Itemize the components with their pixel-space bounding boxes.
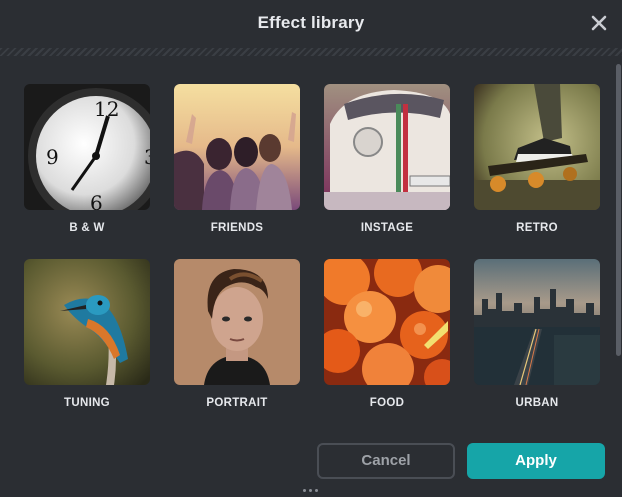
effect-label: FOOD — [369, 397, 405, 409]
close-icon[interactable] — [588, 12, 610, 34]
header-divider — [0, 48, 622, 56]
scrollbar-thumb[interactable] — [616, 64, 621, 356]
svg-text:9: 9 — [46, 145, 59, 169]
effect-library-dialog: Effect library 12 6 9 B & W FRIENDS INST… — [0, 0, 622, 497]
effect-label: FRIENDS — [210, 222, 264, 234]
effect-tile-food[interactable]: FOOD — [324, 259, 450, 409]
peaches-photo — [324, 259, 450, 385]
apply-button[interactable]: Apply — [467, 443, 605, 479]
effect-label: RETRO — [516, 222, 558, 234]
city-photo — [474, 259, 600, 385]
effect-tile-retro[interactable]: RETRO — [474, 84, 600, 234]
effects-grid: 12 3 6 9 B & W — [0, 56, 610, 436]
effect-label: TUNING — [64, 397, 110, 409]
dialog-title: Effect library — [257, 13, 365, 32]
effect-tile-instage[interactable]: INSTAGE — [324, 84, 450, 234]
effect-tile-tuning[interactable]: TUNING — [24, 259, 150, 409]
effect-tile-portrait[interactable]: PORTRAIT — [174, 259, 300, 409]
clock-photo: 12 3 6 9 — [24, 84, 150, 210]
skateboard-photo — [474, 84, 600, 210]
portrait-photo — [174, 259, 300, 385]
effect-label: URBAN — [515, 397, 559, 409]
friends-photo — [174, 84, 300, 210]
car-photo — [324, 84, 450, 210]
svg-text:6: 6 — [90, 191, 103, 210]
effect-tile-friends[interactable]: FRIENDS — [174, 84, 300, 234]
effect-label: INSTAGE — [360, 222, 414, 234]
effect-label: B & W — [69, 222, 105, 234]
effect-label: PORTRAIT — [206, 397, 268, 409]
effect-tile-bw[interactable]: 12 3 6 9 B & W — [24, 84, 150, 234]
effect-tile-urban[interactable]: URBAN — [474, 259, 600, 409]
cancel-button[interactable]: Cancel — [317, 443, 455, 479]
scrollbar[interactable] — [614, 56, 622, 436]
svg-text:3: 3 — [144, 145, 150, 169]
resize-handle-icon[interactable] — [303, 489, 321, 493]
dialog-header: Effect library — [0, 0, 622, 48]
kingfisher-photo — [24, 259, 150, 385]
